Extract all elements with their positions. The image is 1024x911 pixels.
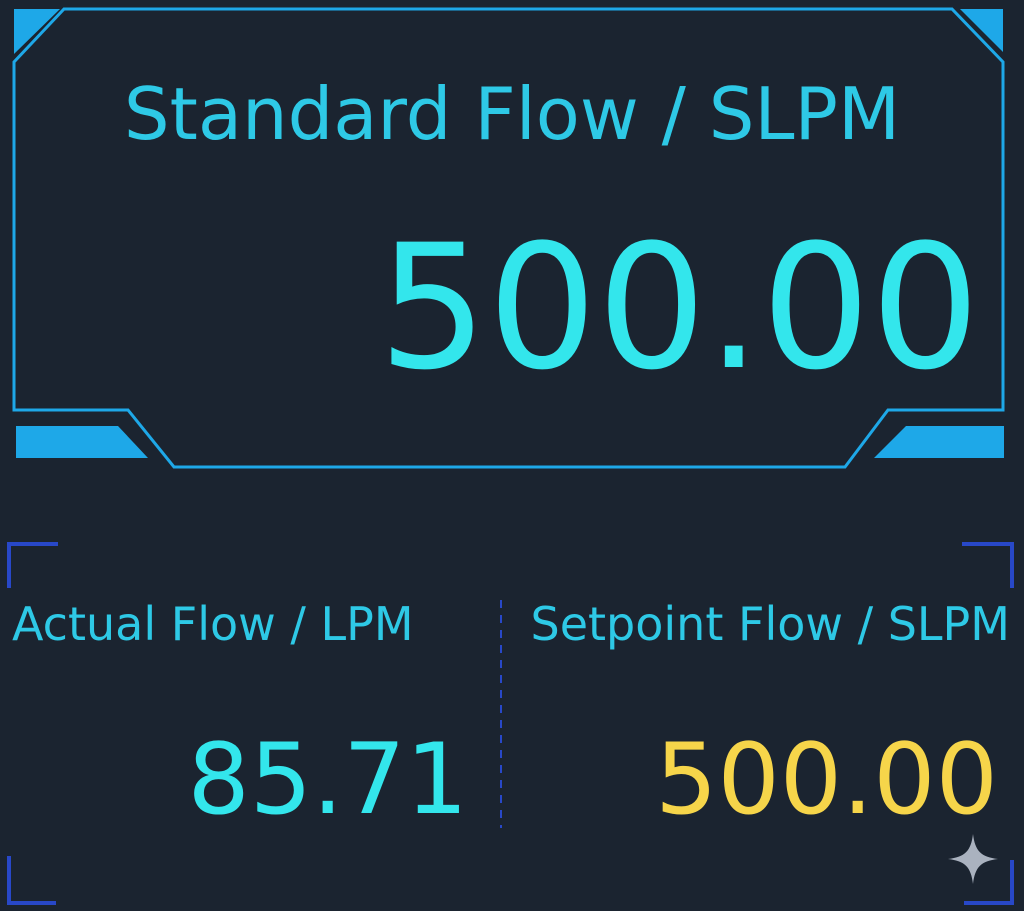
setpoint-flow-label: Setpoint Flow / SLPM bbox=[530, 597, 1010, 651]
standard-flow-value: 500.00 bbox=[378, 207, 980, 408]
actual-flow-label: Actual Flow / LPM bbox=[12, 597, 414, 651]
bracket-bottom-left bbox=[7, 856, 56, 905]
bracket-top-left bbox=[7, 542, 58, 588]
bracket-top-right bbox=[962, 542, 1014, 588]
sparkle-icon bbox=[948, 834, 998, 884]
bottom-left-bar-accent bbox=[16, 426, 148, 458]
actual-flow-value: 85.71 bbox=[187, 723, 468, 837]
bottom-right-bar-accent bbox=[874, 426, 1004, 458]
setpoint-flow-value: 500.00 bbox=[655, 723, 998, 837]
top-left-corner-accent bbox=[14, 9, 60, 54]
standard-flow-title: Standard Flow / SLPM bbox=[123, 72, 901, 156]
top-right-corner-accent bbox=[960, 9, 1003, 52]
